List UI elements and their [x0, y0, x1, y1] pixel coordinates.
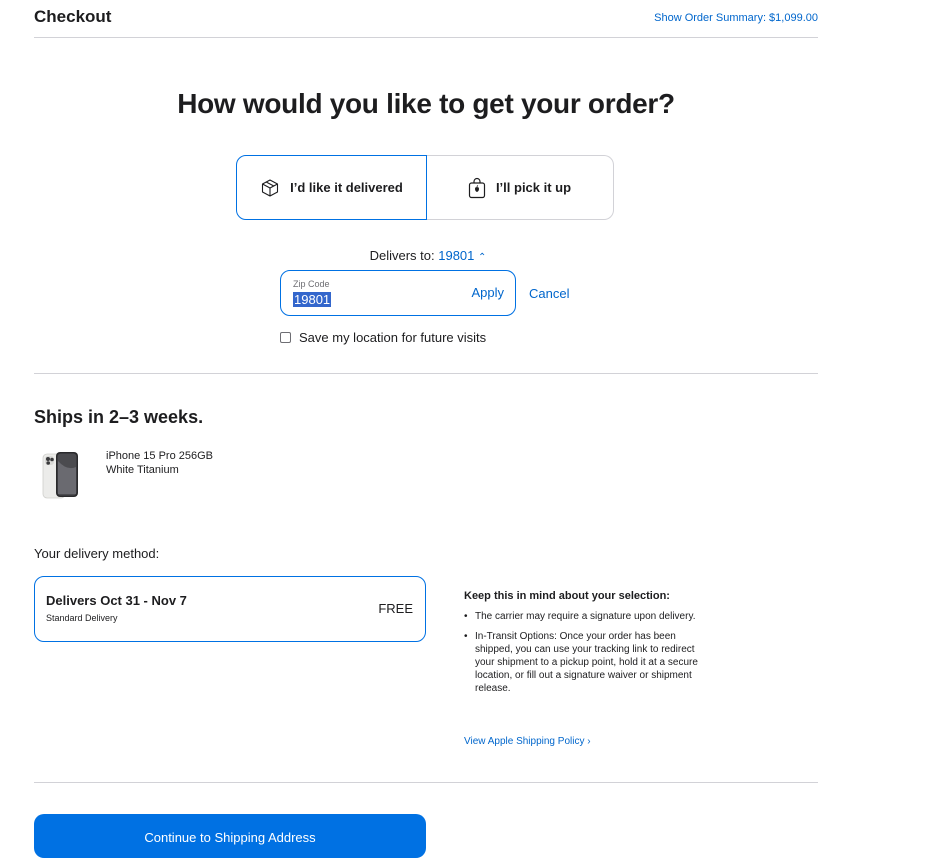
continue-button[interactable]: Continue to Shipping Address: [34, 814, 426, 858]
save-location-row: Save my location for future visits: [280, 330, 486, 345]
delivery-method-label: Your delivery method:: [34, 546, 160, 561]
delivery-option[interactable]: I’d like it delivered: [236, 155, 427, 220]
save-location-checkbox[interactable]: [280, 332, 291, 343]
zip-code-label: Zip Code: [293, 279, 330, 289]
apply-button[interactable]: Apply: [471, 285, 504, 300]
delivery-method-price: FREE: [378, 601, 413, 616]
page-title: Checkout: [34, 7, 112, 26]
delivery-method-title: Delivers Oct 31 - Nov 7: [46, 593, 187, 608]
ships-heading: Ships in 2–3 weeks.: [34, 407, 204, 427]
zip-toggle-link[interactable]: 19801 ⌃: [438, 248, 486, 263]
shipping-policy-link[interactable]: View Apple Shipping Policy ›: [464, 736, 591, 747]
pickup-option-label: I’ll pick it up: [495, 180, 572, 195]
pickup-option[interactable]: I’ll pick it up: [426, 155, 614, 220]
box-icon: [260, 178, 280, 198]
footer-divider: [34, 782, 818, 783]
product-image: [41, 451, 81, 504]
info-bullet: The carrier may require a signature upon…: [464, 610, 704, 623]
order-summary-link[interactable]: Show Order Summary: $1,099.00: [560, 12, 818, 24]
cancel-button[interactable]: Cancel: [529, 286, 569, 301]
section-divider: [34, 373, 818, 374]
delivers-to-prefix: Delivers to:: [369, 248, 435, 263]
delivery-method-subtitle: Standard Delivery: [46, 613, 118, 623]
product-name: iPhone 15 Pro 256GB: [106, 450, 214, 462]
chevron-up-icon: ⌃: [478, 252, 487, 263]
delivery-option-label: I’d like it delivered: [290, 180, 403, 195]
delivers-to: Delivers to: 19801 ⌃: [280, 248, 576, 263]
header-divider: [34, 37, 818, 38]
zip-link-value: 19801: [438, 248, 475, 263]
info-bullet: In-Transit Options: Once your order has …: [464, 630, 704, 695]
zip-code-input[interactable]: 19801: [293, 292, 332, 307]
product-color: White Titanium: [106, 464, 179, 476]
info-title: Keep this in mind about your selection:: [464, 590, 670, 602]
info-list: The carrier may require a signature upon…: [464, 610, 704, 702]
shopping-bag-icon: [468, 177, 486, 199]
fulfillment-headline: How would you like to get your order?: [177, 88, 675, 119]
zip-code-field[interactable]: Zip Code 19801 Apply: [280, 270, 516, 316]
delivery-method-option[interactable]: Delivers Oct 31 - Nov 7 Standard Deliver…: [34, 576, 426, 642]
save-location-label: Save my location for future visits: [299, 330, 487, 345]
